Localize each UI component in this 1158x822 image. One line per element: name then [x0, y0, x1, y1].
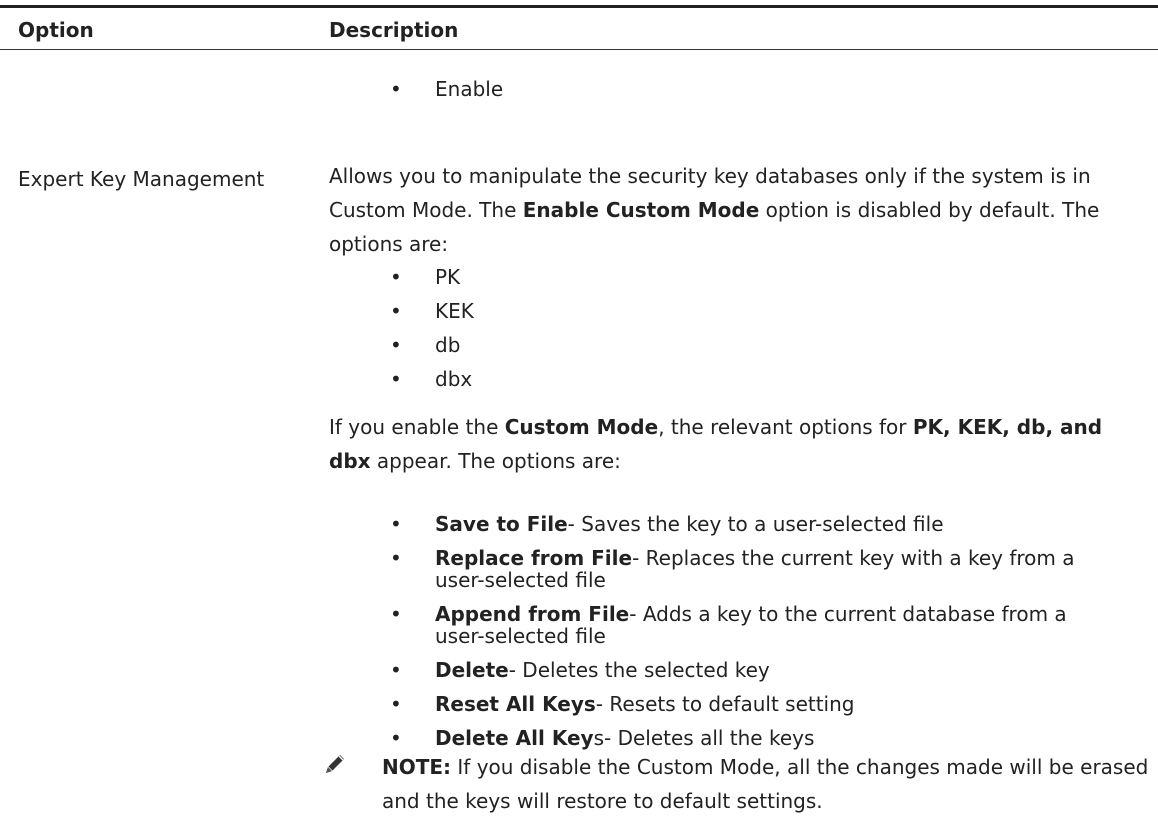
key-database-list: • PK • KEK • db • dbx: [329, 263, 1149, 399]
header-description: Description: [329, 18, 459, 42]
option-name: Expert Key Management: [18, 167, 265, 191]
list-item: • db: [390, 333, 461, 357]
custom-mode-paragraph: If you enable the Custom Mode, the relev…: [329, 415, 1103, 473]
list-item: • Save to File- Saves the key to a user-s…: [390, 512, 944, 536]
intro-paragraph: Allows you to manipulate the security ke…: [329, 164, 1100, 256]
bullet-icon: •: [390, 77, 402, 101]
previous-option-list: • Enable: [329, 75, 1149, 109]
bullet-icon: •: [390, 546, 402, 570]
key-action-list: • Save to File- Saves the key to a user-s…: [329, 513, 1089, 749]
bullet-icon: •: [390, 658, 402, 682]
note-text: NOTE: If you disable the Custom Mode, al…: [382, 755, 1149, 813]
list-item: • Delete- Deletes the selected key: [390, 658, 770, 682]
header-option: Option: [18, 18, 94, 42]
list-item: • Reset All Keys- Resets to default setti…: [390, 692, 855, 716]
bullet-icon: •: [390, 367, 402, 391]
document-page: Option Description Expert Key Management…: [0, 0, 1158, 822]
list-item: • Replace from File- Replaces the current…: [390, 546, 1075, 592]
bullet-icon: •: [390, 602, 402, 626]
table-top-rule: [0, 5, 1158, 8]
list-item: • KEK: [390, 299, 474, 323]
list-item: • Append from File- Adds a key to the cur…: [390, 602, 1067, 648]
table-header-rule: [0, 49, 1158, 50]
bullet-icon: •: [390, 726, 402, 750]
list-item: • dbx: [390, 367, 473, 391]
bullet-icon: •: [390, 333, 402, 357]
list-item: • PK: [390, 265, 461, 289]
bullet-icon: •: [390, 512, 402, 536]
pencil-note-icon: [326, 755, 344, 773]
list-item: • Enable: [390, 77, 504, 101]
list-item: • Delete All Keys- Deletes all the keys: [390, 726, 815, 750]
bullet-icon: •: [390, 265, 402, 289]
bullet-icon: •: [390, 299, 402, 323]
bullet-icon: •: [390, 692, 402, 716]
